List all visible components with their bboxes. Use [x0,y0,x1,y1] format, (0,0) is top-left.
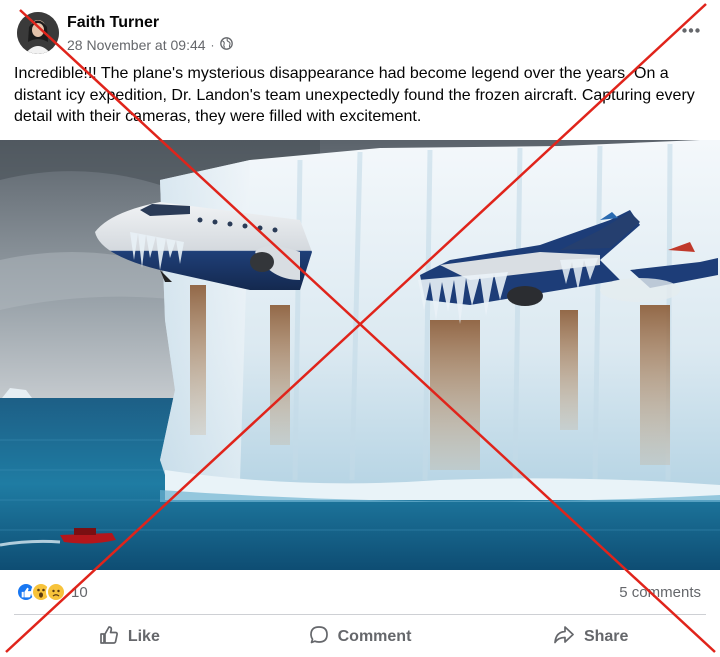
share-label: Share [583,628,629,645]
comment-bubble-icon [309,625,329,650]
thumbs-up-icon [99,625,119,650]
post-header: Faith Turner 28 November at 09:44 · [14,12,706,58]
sad-reaction-icon [46,582,66,602]
reactions-summary[interactable]: 10 [16,582,88,602]
share-button[interactable]: Share [475,620,706,654]
post-meta: 28 November at 09:44 · [67,37,233,53]
author-avatar[interactable] [17,12,59,54]
post-actions: Like Comment Share [14,620,706,654]
like-button[interactable]: Like [14,620,245,654]
post-text: Incredible!!! The plane's mysterious dis… [14,65,695,125]
facebook-post: Faith Turner 28 November at 09:44 · Incr… [0,0,720,657]
comment-button[interactable]: Comment [245,620,476,654]
globe-icon [219,37,233,53]
comment-label: Comment [337,628,412,645]
author-name[interactable]: Faith Turner [67,14,159,32]
divider [14,614,706,615]
like-label: Like [127,628,160,645]
comments-count[interactable]: 5 comments [619,584,701,601]
meta-separator: · [210,38,215,52]
reaction-count: 10 [71,583,88,601]
post-timestamp[interactable]: 28 November at 09:44 [67,37,206,53]
post-photo[interactable] [0,140,720,570]
more-options-icon[interactable] [676,18,706,42]
share-arrow-icon [553,625,575,650]
